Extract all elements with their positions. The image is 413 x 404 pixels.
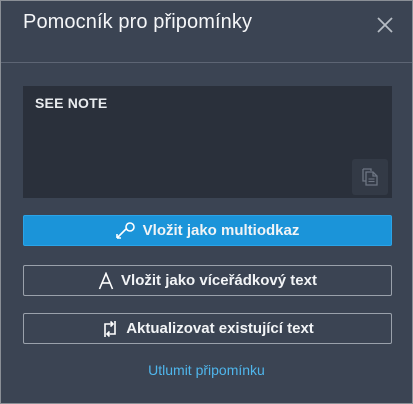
dismiss-markup-link[interactable]: Utlumit připomínku: [1, 362, 412, 378]
update-existing-text-button[interactable]: Aktualizovat existující text: [23, 313, 392, 344]
dialog-title: Pomocník pro připomínky: [23, 11, 253, 33]
header-divider: [1, 62, 412, 63]
refresh-arrows-icon: [101, 320, 119, 338]
markup-assist-dialog: Pomocník pro připomínky SEE NOTE Vložit …: [0, 0, 413, 404]
insert-mtext-label: Vložit jako víceřádkový text: [121, 272, 317, 289]
close-button[interactable]: [374, 14, 396, 36]
copy-button[interactable]: [352, 159, 388, 195]
insert-multileader-button[interactable]: Vložit jako multiodkaz: [23, 215, 392, 246]
dialog-header: Pomocník pro připomínky: [1, 1, 412, 49]
copy-icon: [362, 168, 378, 186]
multileader-icon: [115, 221, 136, 240]
insert-multileader-label: Vložit jako multiodkaz: [142, 222, 300, 239]
text-a-icon: [98, 270, 114, 290]
note-text-box[interactable]: SEE NOTE: [23, 86, 392, 198]
note-text: SEE NOTE: [35, 95, 108, 111]
update-existing-text-label: Aktualizovat existující text: [126, 320, 314, 337]
insert-mtext-button[interactable]: Vložit jako víceřádkový text: [23, 265, 392, 296]
close-icon: [377, 17, 393, 33]
